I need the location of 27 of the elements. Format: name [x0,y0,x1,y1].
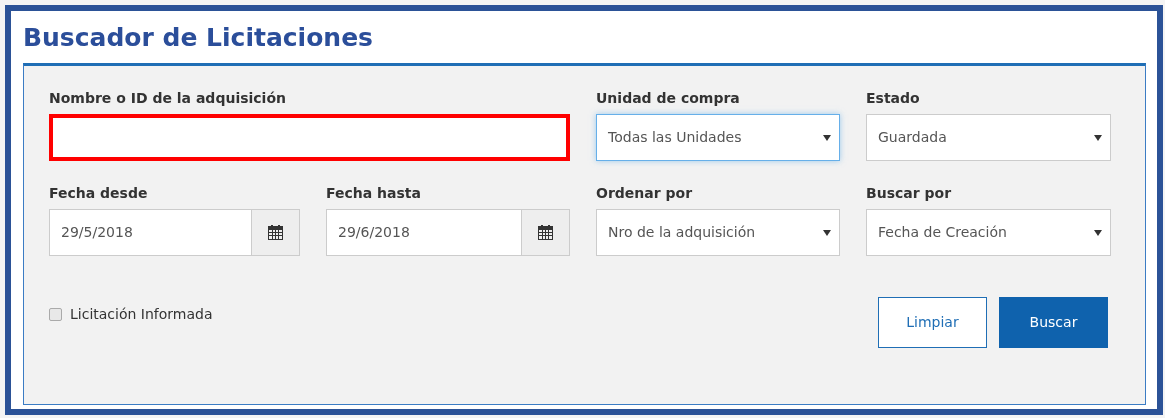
caret-icon [1094,229,1102,236]
caret-icon [823,134,831,141]
select-dropdown[interactable]: Todas las Unidades [596,114,840,161]
clear-button[interactable]: Limpiar [878,297,987,348]
field-label: Buscar por [866,184,953,201]
date-input[interactable]: 29/6/2018 [326,209,522,256]
checkbox[interactable] [49,308,62,321]
select-dropdown[interactable]: Fecha de Creación [866,209,1111,256]
calendar-button[interactable] [252,209,300,256]
date-input[interactable]: 29/5/2018 [49,209,252,256]
caret-icon [1094,134,1102,141]
field-label: Fecha desde [49,184,149,201]
search-button[interactable]: Buscar [999,297,1108,348]
calendar-icon[interactable] [538,225,553,240]
page-title: Buscador de Licitaciones [23,22,374,54]
select-dropdown[interactable]: Nro de la adquisición [596,209,840,256]
field-label: Estado [866,89,921,106]
text-input[interactable] [49,114,570,161]
calendar-button[interactable] [522,209,570,256]
field-label: Unidad de compra [596,89,741,106]
field-label: Nombre o ID de la adquisición [49,89,287,106]
select-dropdown[interactable]: Guardada [866,114,1111,161]
field-label: Ordenar por [596,184,694,201]
caret-icon [823,229,831,236]
calendar-icon[interactable] [268,225,283,240]
checkbox-label: Licitación Informada [70,305,213,324]
field-label: Fecha hasta [326,184,422,201]
